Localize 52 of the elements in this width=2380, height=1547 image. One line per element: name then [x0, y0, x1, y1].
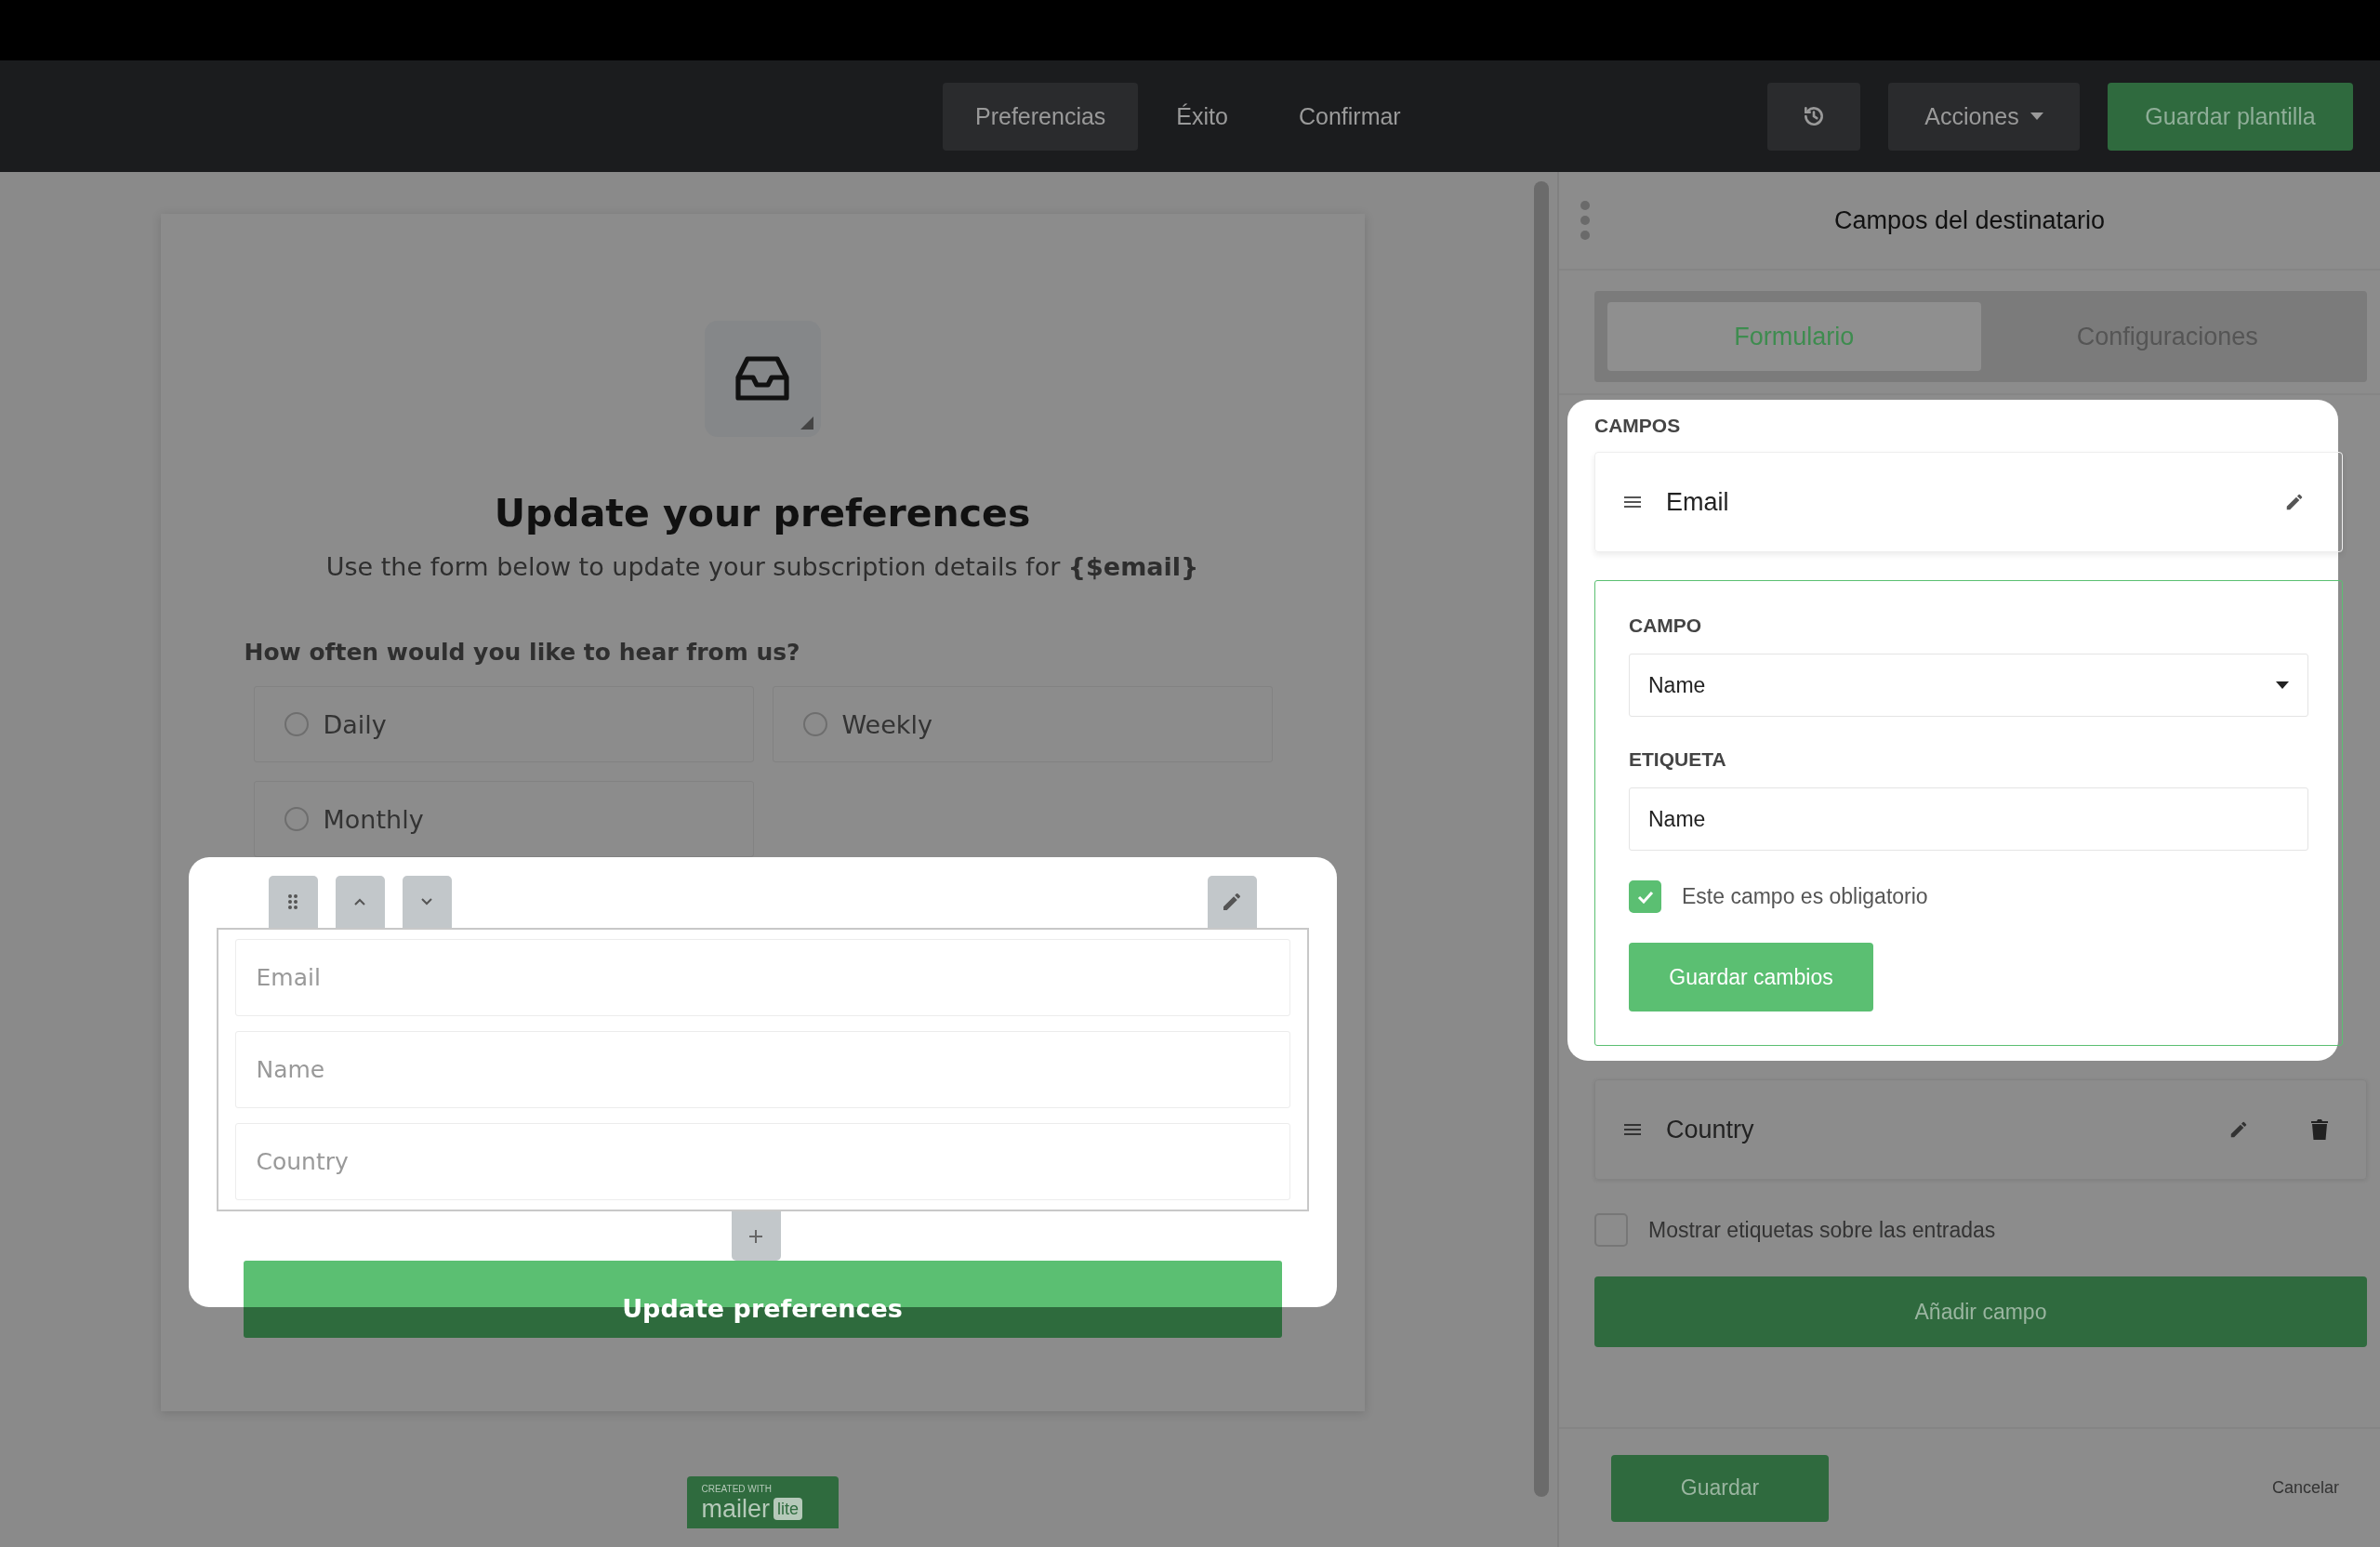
check-icon: [1636, 890, 1654, 904]
inbox-icon: [704, 321, 821, 437]
nav-tab[interactable]: Confirmar: [1265, 82, 1434, 151]
panel-title: Campos del destinatario: [1832, 205, 2107, 235]
edit-icon[interactable]: [2284, 492, 2305, 512]
question-label: How often would you like to hear from us?: [244, 639, 800, 666]
chevron-up-icon: [352, 897, 367, 906]
drag-handle-icon[interactable]: [268, 876, 318, 928]
scrollbar-thumb[interactable]: [1533, 181, 1549, 1497]
label-heading: ETIQUETA: [1629, 748, 1727, 771]
history-icon: [1802, 104, 1826, 128]
caret-icon: [2030, 112, 2043, 120]
field-row[interactable]: Country: [1594, 1079, 2367, 1180]
caret-icon: [2276, 681, 2289, 689]
chevron-down-icon: [419, 897, 434, 906]
required-label: Este campo es obligatorio: [1682, 884, 1928, 909]
update-preferences-button[interactable]: Update preferences: [243, 1261, 1282, 1338]
radio-option[interactable]: Weekly: [772, 686, 1273, 762]
save-changes-button[interactable]: Guardar cambios: [1629, 943, 1873, 1012]
required-checkbox[interactable]: [1629, 880, 1661, 913]
field-select[interactable]: Name: [1629, 654, 2308, 717]
field-label: Email: [1666, 487, 1730, 517]
actions-button[interactable]: Acciones: [1888, 82, 2080, 151]
nav-tab[interactable]: Preferencias: [943, 82, 1139, 151]
field-label: Country: [1666, 1115, 1755, 1144]
nav-tab[interactable]: Éxito: [1144, 82, 1261, 151]
show-labels-label: Mostrar etiquetas sobre las entradas: [1648, 1217, 1996, 1243]
form-title: Update your preferences: [494, 491, 1031, 536]
drag-handle-icon[interactable]: [1623, 1123, 1642, 1136]
drag-handle-icon[interactable]: [1623, 496, 1642, 509]
brand-name: mailer: [701, 1495, 770, 1523]
input-field[interactable]: Name: [234, 1031, 1290, 1108]
delete-icon[interactable]: [2310, 1119, 2329, 1140]
save-template-button[interactable]: Guardar plantilla: [2108, 82, 2353, 151]
section-label: CAMPOS: [1594, 415, 1682, 437]
form-subtitle: Use the form below to update your subscription details for {$email}: [325, 552, 1199, 581]
radio-option[interactable]: Daily: [253, 686, 754, 762]
badge-caption: CREATED WITH: [701, 1484, 773, 1495]
input-field[interactable]: Email: [234, 939, 1290, 1016]
input-field[interactable]: Country: [234, 1123, 1290, 1200]
created-with-badge[interactable]: CREATED WITH mailer lite: [686, 1476, 839, 1528]
label-input[interactable]: Name: [1629, 787, 2308, 851]
brand-tag: lite: [774, 1498, 803, 1520]
field-row[interactable]: Email: [1594, 452, 2343, 552]
add-field-button[interactable]: Añadir campo: [1594, 1276, 2367, 1347]
save-button[interactable]: Guardar: [1611, 1454, 1829, 1522]
edit-button[interactable]: [1207, 876, 1257, 928]
history-button[interactable]: [1767, 82, 1860, 151]
field-heading: CAMPO: [1629, 615, 1703, 637]
edit-icon[interactable]: [2228, 1119, 2249, 1140]
pencil-icon: [1221, 891, 1243, 913]
cancel-link[interactable]: Cancelar: [2271, 1478, 2339, 1498]
